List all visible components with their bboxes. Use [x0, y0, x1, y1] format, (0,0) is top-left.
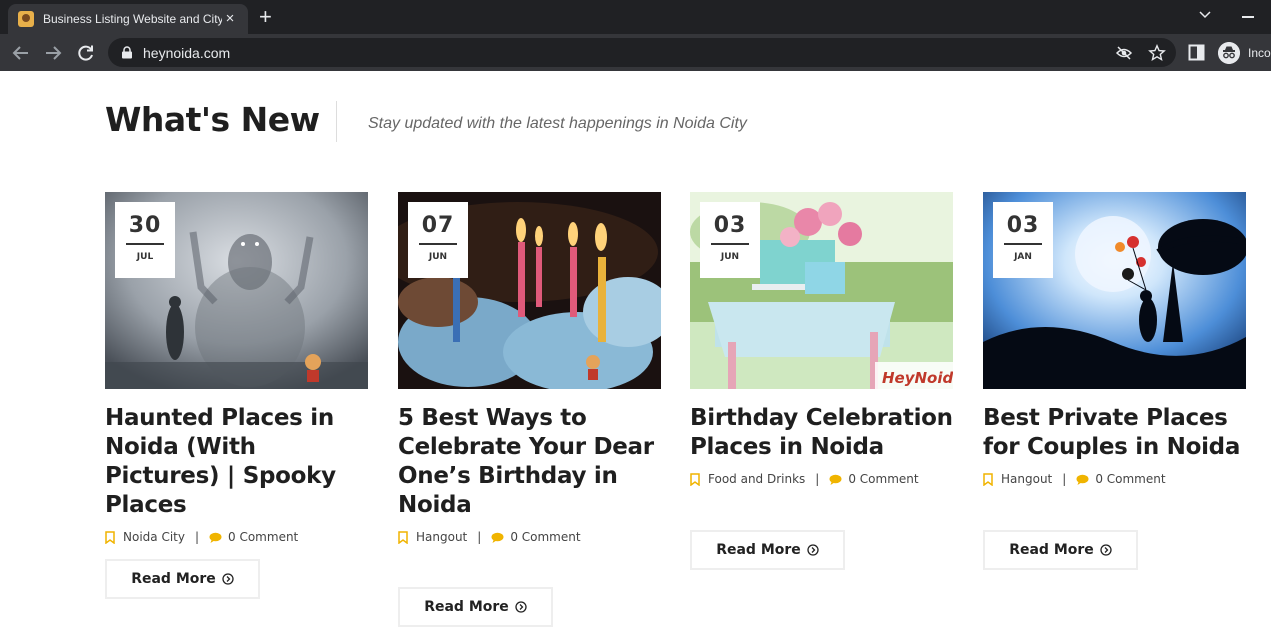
page-content: What's New Stay updated with the latest … — [0, 71, 1271, 641]
post-title-link[interactable]: Best Private Places for Couples in Noida — [983, 404, 1246, 462]
date-badge: 07 JUN — [408, 202, 468, 278]
read-more-label: Read More — [1009, 542, 1094, 558]
post-category-link[interactable]: Hangout — [416, 530, 467, 544]
post-category-link[interactable]: Food and Drinks — [708, 472, 805, 486]
date-day: 03 — [713, 213, 747, 238]
side-panel-icon[interactable] — [1188, 44, 1205, 61]
post-comments-link[interactable]: 0 Comment — [510, 530, 580, 544]
read-more-label: Read More — [131, 571, 216, 587]
ghost-fog-image[interactable]: 30 JUL — [105, 192, 368, 389]
bookmark-star-icon[interactable] — [1148, 44, 1166, 62]
incognito-icon — [1218, 42, 1240, 64]
arrow-circle-right-icon — [1100, 544, 1112, 556]
read-more-button[interactable]: Read More — [105, 559, 260, 599]
bookmark-icon — [983, 472, 993, 486]
post-card: 07 JUN 5 Best Ways to Celebrate Your Dea… — [398, 192, 661, 545]
post-title-link[interactable]: 5 Best Ways to Celebrate Your Dear One’s… — [398, 404, 661, 520]
post-card: HeyNoida 03 JUN Birthday Celebration Pla… — [690, 192, 953, 487]
read-more-button[interactable]: Read More — [690, 530, 845, 570]
post-category-link[interactable]: Noida City — [123, 530, 185, 544]
date-badge: 30 JUL — [115, 202, 175, 278]
read-more-label: Read More — [716, 542, 801, 558]
url-text[interactable]: heynoida.com — [143, 45, 230, 61]
meta-separator: | — [194, 530, 200, 544]
post-comments-link[interactable]: 0 Comment — [228, 530, 298, 544]
bookmark-icon — [398, 530, 408, 544]
site-favicon-icon — [18, 11, 34, 27]
comment-icon — [829, 474, 842, 485]
arrow-circle-right-icon — [807, 544, 819, 556]
tab-close-icon[interactable]: × — [222, 11, 238, 27]
section-subtitle: Stay updated with the latest happenings … — [368, 115, 747, 132]
new-tab-button[interactable]: + — [259, 5, 272, 29]
minimize-window-icon[interactable] — [1242, 16, 1254, 18]
tab-title: Business Listing Website and City Guide — [43, 12, 223, 26]
browser-tab[interactable]: Business Listing Website and City Guide … — [8, 4, 248, 34]
birthday-candles-image[interactable]: 07 JUN — [398, 192, 661, 389]
date-month: JUN — [428, 252, 448, 262]
date-badge: 03 JAN — [993, 202, 1053, 278]
back-arrow-icon[interactable] — [10, 42, 32, 64]
date-day: 03 — [1006, 213, 1040, 238]
date-month: JUL — [136, 252, 154, 262]
title-divider — [336, 101, 337, 142]
comment-icon — [209, 532, 222, 543]
post-meta: Hangout | 0 Comment — [398, 529, 661, 545]
post-meta: Noida City | 0 Comment — [105, 529, 368, 545]
incognito-label: Incognito — [1248, 46, 1271, 60]
comment-icon — [491, 532, 504, 543]
post-category-link[interactable]: Hangout — [1001, 472, 1052, 486]
meta-separator: | — [477, 530, 482, 544]
comment-icon — [1076, 474, 1089, 485]
arrow-circle-right-icon — [515, 601, 527, 613]
meta-separator: | — [1062, 472, 1067, 486]
post-card: 03 JAN Best Private Places for Couples i… — [983, 192, 1246, 487]
heynoida-watermark: HeyNoida — [882, 369, 953, 387]
browser-toolbar: heynoida.com Incognito — [0, 34, 1271, 71]
bookmark-icon — [690, 472, 700, 486]
date-badge: 03 JUN — [700, 202, 760, 278]
bookmark-icon — [105, 530, 115, 544]
arrow-circle-right-icon — [222, 573, 234, 585]
reload-icon[interactable] — [75, 42, 97, 64]
date-month: JUN — [720, 252, 740, 262]
post-card: 30 JUL Haunted Places in Noida (With Pic… — [105, 192, 368, 545]
read-more-label: Read More — [424, 599, 509, 615]
cake-table-image[interactable]: HeyNoida 03 JUN — [690, 192, 953, 389]
date-month: JAN — [1014, 252, 1032, 262]
post-meta: Hangout | 0 Comment — [983, 471, 1246, 487]
section-title: What's New — [105, 100, 320, 139]
read-more-button[interactable]: Read More — [983, 530, 1138, 570]
meta-separator: | — [815, 472, 820, 486]
incognito-indicator[interactable]: Incognito — [1218, 41, 1271, 65]
date-day: 30 — [128, 213, 162, 238]
post-meta: Food and Drinks | 0 Comment — [690, 471, 953, 487]
read-more-button[interactable]: Read More — [398, 587, 553, 627]
date-day: 07 — [421, 213, 455, 238]
tab-search-chevron-icon[interactable] — [1196, 6, 1214, 24]
lock-icon[interactable] — [121, 46, 133, 59]
browser-tab-bar: Business Listing Website and City Guide … — [0, 0, 1271, 34]
post-comments-link[interactable]: 0 Comment — [1095, 472, 1165, 486]
couple-silhouette-image[interactable]: 03 JAN — [983, 192, 1246, 389]
forward-arrow-icon[interactable] — [42, 42, 64, 64]
address-bar[interactable]: heynoida.com — [108, 38, 1176, 67]
post-comments-link[interactable]: 0 Comment — [848, 472, 918, 486]
post-title-link[interactable]: Haunted Places in Noida (With Pictures) … — [105, 404, 368, 520]
post-title-link[interactable]: Birthday Celebration Places in Noida — [690, 404, 953, 462]
tracking-blocked-eye-icon[interactable] — [1115, 44, 1133, 62]
